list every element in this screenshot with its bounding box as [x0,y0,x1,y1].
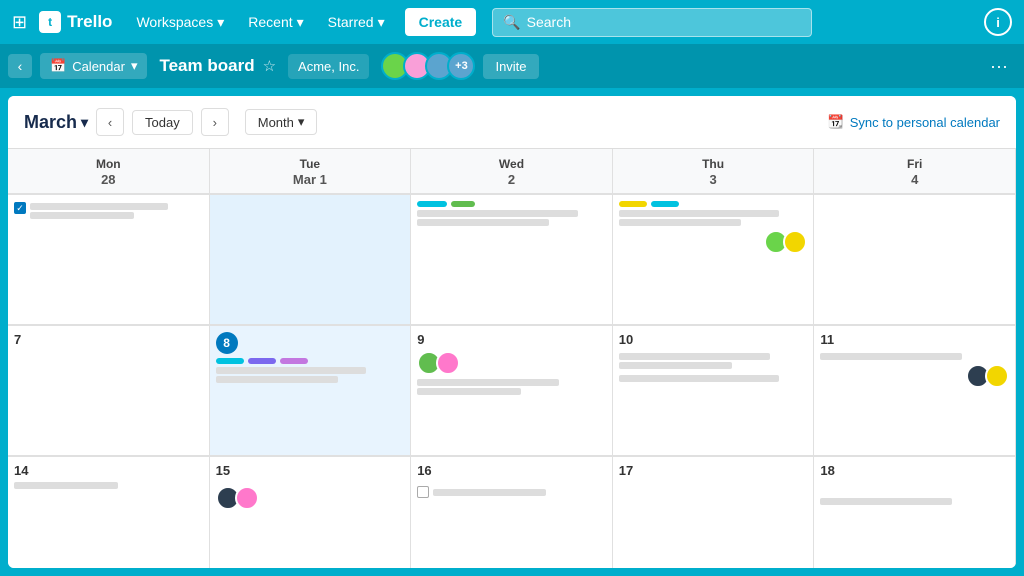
card-with-checkbox [14,201,203,221]
col-header-wed: Wed 2 [411,149,613,194]
month-title: March ▾ [24,112,88,133]
cell-3[interactable] [613,195,815,325]
col-header-thu: Thu 3 [613,149,815,194]
avatar [436,351,460,375]
calendar-icon: 📅 [50,58,66,74]
chevron-down-icon: ▾ [81,114,88,131]
chevron-down-icon: ▾ [217,14,224,31]
cell-4[interactable] [814,195,1016,325]
cell-11[interactable]: 11 [814,326,1016,456]
col-header-fri: Fri 4 [814,149,1016,194]
card-chips [417,201,606,207]
card-avatars [619,230,808,254]
view-switcher[interactable]: 📅 Calendar ▾ [40,53,147,79]
calendar-body: 7 8 [8,195,1016,568]
col-header-tue: Tue Mar 1 [210,149,412,194]
board-navigation: ‹ 📅 Calendar ▾ Team board ☆ Acme, Inc. +… [0,44,1024,88]
cell-16[interactable]: 16 [411,457,613,568]
recent-menu[interactable]: Recent ▾ [240,10,311,35]
avatar-overflow-count[interactable]: +3 [447,52,475,80]
calendar-sync-icon: 📆 [828,114,844,130]
calendar-row-2: 7 8 [8,326,1016,457]
calendar-toolbar: March ▾ ‹ Today › Month ▾ 📆 Sync to pers… [8,96,1016,149]
checkbox-empty [417,486,429,498]
cell-28[interactable] [8,195,210,325]
chevron-down-icon: ▾ [298,114,305,130]
cell-17[interactable]: 17 [613,457,815,568]
starred-menu[interactable]: Starred ▾ [320,10,393,35]
card-chips [619,201,808,207]
avatar [985,364,1009,388]
cell-15[interactable]: 15 [210,457,412,568]
sidebar-toggle[interactable]: ‹ [8,54,32,78]
trello-name: Trello [67,12,112,32]
cell-9[interactable]: 9 [411,326,613,456]
more-options-button[interactable]: ··· [982,52,1016,81]
card-avatars [820,364,1009,388]
search-icon: 🔍 [503,14,520,31]
avatar [235,486,259,510]
top-navigation: ⊞ t Trello Workspaces ▾ Recent ▾ Starred… [0,0,1024,44]
sync-calendar-button[interactable]: 📆 Sync to personal calendar [828,114,1001,130]
chevron-down-icon: ▾ [297,14,304,31]
chevron-down-icon: ▾ [131,58,138,74]
workspace-name[interactable]: Acme, Inc. [288,54,369,79]
card-avatars [216,486,405,510]
next-month-button[interactable]: › [201,108,229,136]
calendar-header-row: Mon 28 Tue Mar 1 Wed 2 Thu 3 Fri 4 [8,149,1016,195]
calendar-row-3: 14 15 16 [8,457,1016,568]
prev-month-button[interactable]: ‹ [96,108,124,136]
star-button[interactable]: ☆ [263,57,276,75]
cell-10[interactable]: 10 [613,326,815,456]
card-chips [216,358,405,364]
calendar-grid-container: Mon 28 Tue Mar 1 Wed 2 Thu 3 Fri 4 [8,149,1016,568]
info-button[interactable]: i [984,8,1012,36]
today-button[interactable]: Today [132,110,193,135]
card-avatars [417,351,606,375]
cell-14[interactable]: 14 [8,457,210,568]
member-avatars: +3 [381,52,475,80]
cell-2[interactable] [411,195,613,325]
avatar [783,230,807,254]
workspaces-menu[interactable]: Workspaces ▾ [128,10,232,35]
trello-logo-icon: t [39,11,61,33]
cell-mar1[interactable] [210,195,412,325]
create-button[interactable]: Create [405,8,477,36]
calendar-row-1 [8,195,1016,326]
checkbox-icon [14,202,26,214]
invite-button[interactable]: Invite [483,54,538,79]
col-header-mon: Mon 28 [8,149,210,194]
cell-7[interactable]: 7 [8,326,210,456]
calendar-view: March ▾ ‹ Today › Month ▾ 📆 Sync to pers… [8,96,1016,568]
grid-icon[interactable]: ⊞ [12,12,27,33]
search-bar[interactable]: 🔍 Search [492,8,812,37]
board-title: Team board [159,56,254,76]
cell-18[interactable]: 18 [814,457,1016,568]
chevron-down-icon: ▾ [378,14,385,31]
cell-8[interactable]: 8 [210,326,412,456]
view-mode-button[interactable]: Month ▾ [245,109,318,135]
trello-logo[interactable]: t Trello [39,11,112,33]
